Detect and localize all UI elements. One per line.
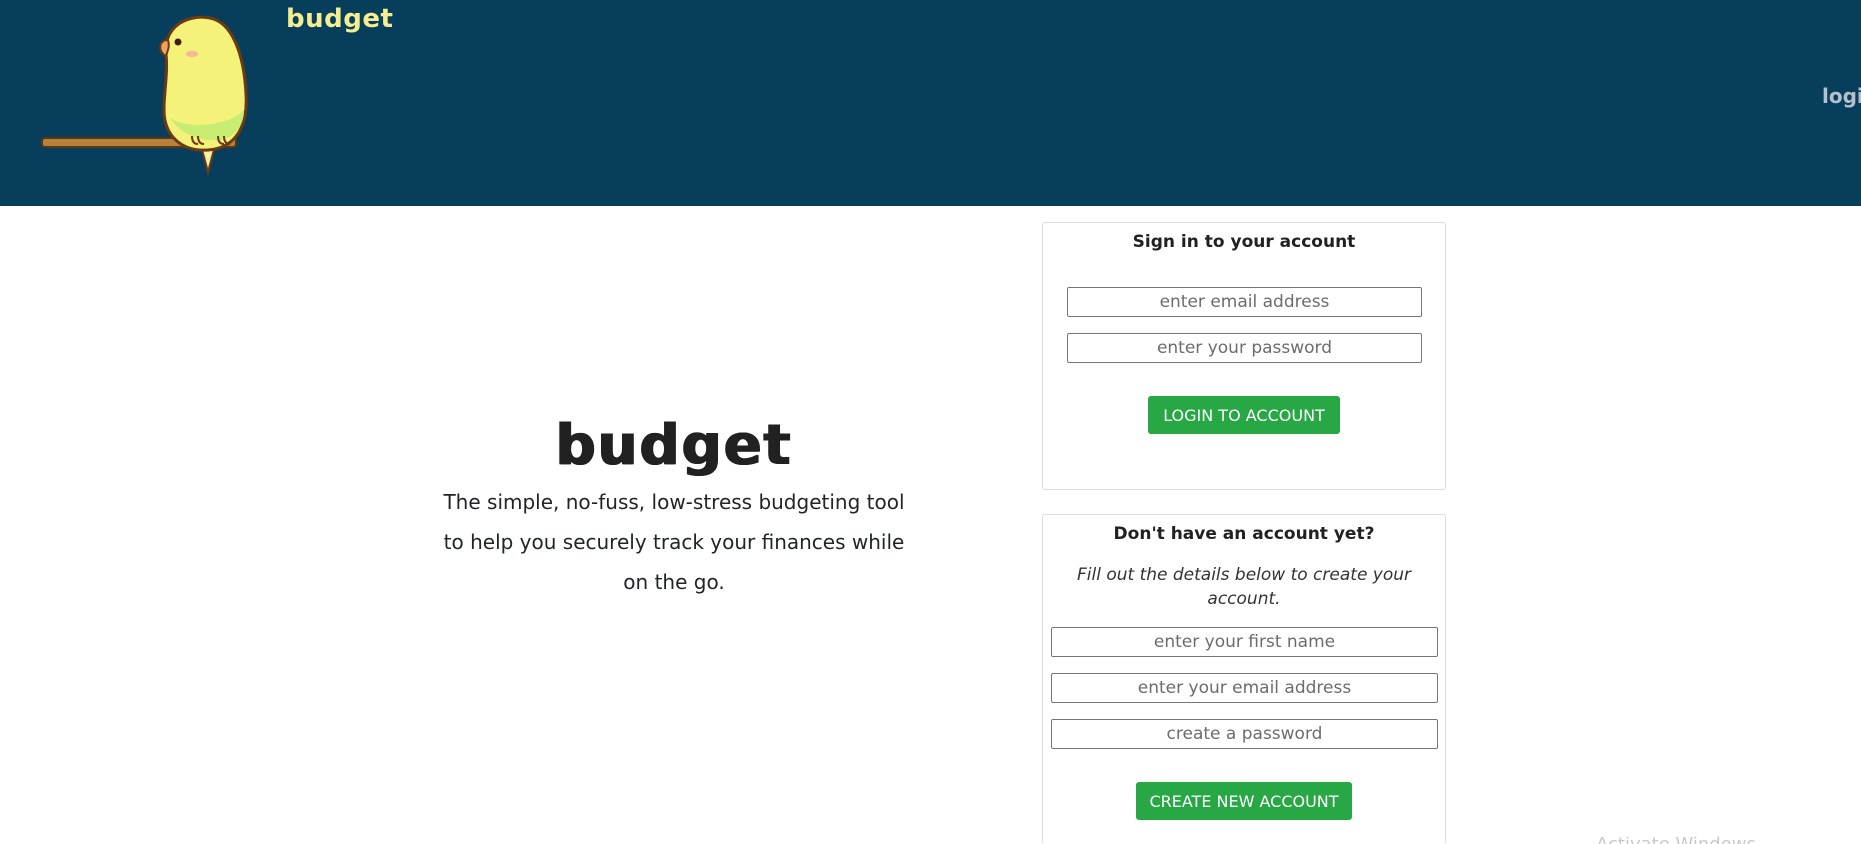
hero-section: budget The simple, no-fuss, low-stress b…: [420, 410, 928, 602]
signup-first-name-input[interactable]: [1051, 627, 1438, 657]
signup-subtitle: Fill out the details below to create you…: [1076, 565, 1412, 609]
login-button[interactable]: LOGIN TO ACCOUNT: [1148, 396, 1340, 434]
login-card-title: Sign in to your account: [1132, 232, 1356, 252]
signup-email-input[interactable]: [1051, 673, 1438, 703]
brand-name[interactable]: budget: [286, 4, 393, 34]
create-account-button[interactable]: CREATE NEW ACCOUNT: [1136, 782, 1352, 820]
hero-title: budget: [555, 413, 793, 478]
site-header: budget login: [0, 0, 1861, 206]
login-card: Sign in to your account LOGIN TO ACCOUNT: [1042, 222, 1446, 490]
nav-login-link[interactable]: login: [1822, 84, 1861, 108]
hero-tagline: The simple, no-fuss, low-stress budgetin…: [443, 490, 905, 594]
parakeet-logo-icon[interactable]: [40, 14, 250, 176]
signup-card: Don't have an account yet? Fill out the …: [1042, 514, 1446, 844]
activate-windows-watermark: Activate Windows: [1596, 834, 1796, 844]
login-email-input[interactable]: [1067, 287, 1422, 317]
signup-card-title: Don't have an account yet?: [1113, 524, 1375, 544]
signup-password-input[interactable]: [1051, 719, 1438, 749]
login-password-input[interactable]: [1067, 333, 1422, 363]
